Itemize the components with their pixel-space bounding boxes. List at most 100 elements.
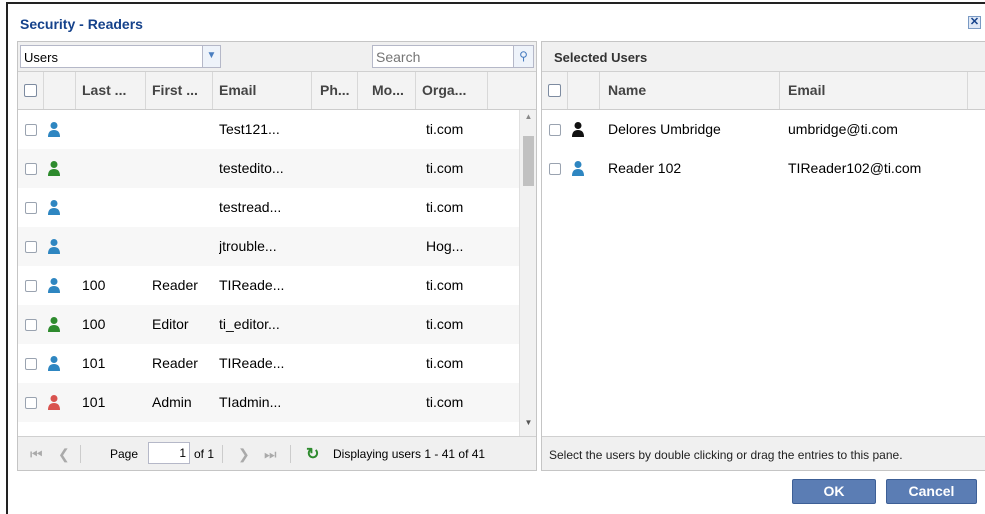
cell-email: Test121... <box>219 121 280 137</box>
cell-last-name <box>82 149 146 188</box>
selected-row[interactable]: Delores Umbridge umbridge@ti.com <box>542 110 985 149</box>
user-green-icon <box>48 161 60 176</box>
row-checkbox[interactable] <box>25 202 37 214</box>
chevron-down-icon[interactable]: ▼ <box>202 46 220 67</box>
table-row[interactable]: jtrouble... Hog... <box>18 227 536 266</box>
cell-organization: ti.com <box>426 199 464 215</box>
cell-first-name: Editor <box>152 316 189 332</box>
security-readers-dialog: Security - Readers ✕ Users ▼ ⚲ Last ... … <box>6 2 985 514</box>
cell-last-name <box>82 110 146 149</box>
cell-email: testedito... <box>219 160 284 176</box>
paging-toolbar: ⏮ ❮ Page 1 of 1 ❯ ⏭ ↻ Displaying users 1… <box>18 436 536 470</box>
cell-organization: ti.com <box>426 121 464 137</box>
user-green-icon <box>48 317 60 332</box>
cancel-button[interactable]: Cancel <box>886 479 977 504</box>
cell-first-name <box>152 188 212 227</box>
col-email[interactable]: Email <box>213 72 312 109</box>
paging-display-text: Displaying users 1 - 41 of 41 <box>333 447 486 461</box>
scroll-thumb[interactable] <box>523 136 534 186</box>
row-checkbox[interactable] <box>25 397 37 409</box>
right-grid-header: Name Email <box>542 72 985 110</box>
col-last-name[interactable]: Last ... <box>76 72 146 109</box>
available-users-pane: Users ▼ ⚲ Last ... First ... Email Ph...… <box>17 41 537 471</box>
cell-first-name: Admin <box>152 394 192 410</box>
row-checkbox[interactable] <box>25 124 37 136</box>
row-checkbox[interactable] <box>25 319 37 331</box>
row-checkbox[interactable] <box>25 358 37 370</box>
refresh-icon[interactable]: ↻ <box>306 444 319 464</box>
prev-page-icon[interactable]: ❮ <box>58 446 70 463</box>
left-grid-header: Last ... First ... Email Ph... Mo... Org… <box>18 72 536 110</box>
user-type-value: Users <box>24 50 58 65</box>
page-label: Page <box>110 447 139 461</box>
col-first-name[interactable]: First ... <box>146 72 213 109</box>
table-row[interactable]: 101 Reader TIReade... ti.com <box>18 344 536 383</box>
selected-row[interactable]: Reader 102 TIReader102@ti.com <box>542 149 985 188</box>
table-row[interactable]: 100 Editor ti_editor... ti.com <box>18 305 536 344</box>
col-mobile[interactable]: Mo... <box>358 72 416 109</box>
cell-organization: ti.com <box>426 277 464 293</box>
cell-first-name: Reader <box>152 355 198 371</box>
selected-users-pane: Selected Users Name Email Delores Umbrid… <box>541 41 985 471</box>
cell-organization: ti.com <box>426 316 464 332</box>
cell-email: jtrouble... <box>219 238 277 254</box>
cell-name: Delores Umbridge <box>608 121 721 137</box>
next-page-icon[interactable]: ❯ <box>238 446 250 463</box>
page-number-input[interactable]: 1 <box>148 442 190 464</box>
cell-email: ti_editor... <box>219 316 280 332</box>
table-row[interactable]: 101 Admin TIadmin... ti.com <box>18 383 536 422</box>
cell-email: TIReade... <box>219 355 285 371</box>
last-page-icon[interactable]: ⏭ <box>264 446 277 463</box>
user-black-icon <box>572 122 584 137</box>
user-blue-icon <box>572 161 584 176</box>
table-row[interactable]: testedito... ti.com <box>18 149 536 188</box>
cell-last-name <box>82 227 146 266</box>
table-row[interactable]: 100 Reader TIReade... ti.com <box>18 266 536 305</box>
table-row[interactable]: testread... ti.com <box>18 188 536 227</box>
first-page-icon[interactable]: ⏮ <box>30 446 43 463</box>
scroll-down-icon[interactable]: ▼ <box>520 418 536 432</box>
cell-last-name: 100 <box>82 316 106 332</box>
page-of-label: of 1 <box>194 447 215 461</box>
row-checkbox[interactable] <box>549 124 561 136</box>
cell-email: testread... <box>219 199 282 215</box>
search-icon[interactable]: ⚲ <box>513 46 533 67</box>
user-red-icon <box>48 395 60 410</box>
cell-name: Reader 102 <box>608 160 682 176</box>
user-blue-icon <box>48 239 60 254</box>
user-blue-icon <box>48 356 60 371</box>
table-row[interactable]: Test121... ti.com <box>18 110 536 149</box>
cell-organization: ti.com <box>426 355 464 371</box>
close-icon[interactable]: ✕ <box>968 16 981 29</box>
cell-organization: ti.com <box>426 160 464 176</box>
col-phone[interactable]: Ph... <box>312 72 358 109</box>
cell-first-name <box>152 149 212 188</box>
col-selected-email[interactable]: Email <box>780 72 968 109</box>
ok-button[interactable]: OK <box>792 479 876 504</box>
col-name[interactable]: Name <box>600 72 780 109</box>
user-type-select[interactable]: Users ▼ <box>20 45 221 68</box>
left-scrollbar[interactable]: ▲ ▼ <box>519 110 536 436</box>
user-blue-icon <box>48 278 60 293</box>
row-checkbox[interactable] <box>25 241 37 253</box>
cell-first-name <box>152 227 212 266</box>
left-toolbar: Users ▼ ⚲ <box>18 42 536 72</box>
left-grid-body: Test121... ti.com testedito... ti.com testre… <box>18 110 536 436</box>
scroll-up-icon[interactable]: ▲ <box>520 112 536 126</box>
cell-organization: Hog... <box>426 238 464 254</box>
cell-email: TIadmin... <box>219 394 282 410</box>
user-blue-icon <box>48 122 60 137</box>
cell-last-name <box>82 188 146 227</box>
search-box: ⚲ <box>372 45 534 68</box>
row-checkbox[interactable] <box>25 163 37 175</box>
cell-first-name <box>152 110 212 149</box>
row-checkbox[interactable] <box>549 163 561 175</box>
col-organization[interactable]: Orga... <box>416 72 488 109</box>
search-input[interactable] <box>376 49 506 65</box>
cell-selected-email: TIReader102@ti.com <box>788 160 922 176</box>
cell-last-name: 100 <box>82 277 106 293</box>
cell-last-name: 101 <box>82 394 106 410</box>
selected-users-hint: Select the users by double clicking or d… <box>542 436 985 470</box>
cell-organization: ti.com <box>426 394 464 410</box>
row-checkbox[interactable] <box>25 280 37 292</box>
